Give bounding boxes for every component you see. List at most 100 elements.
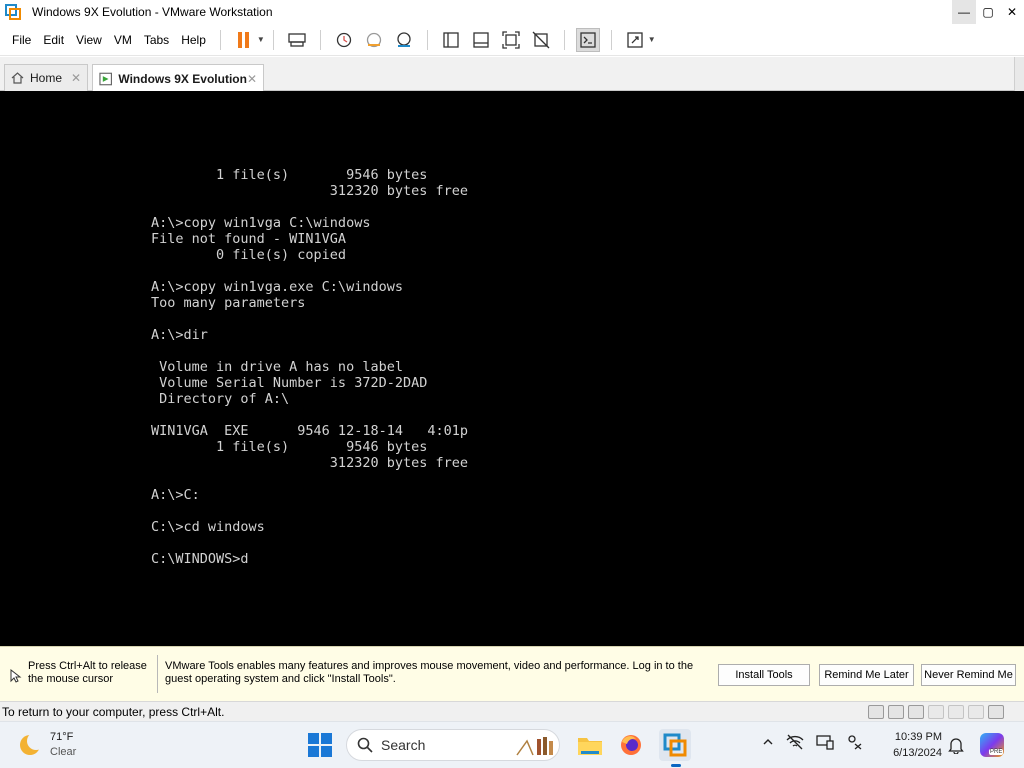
console-line: 312320 bytes free [151,183,468,199]
tab-windows-9x-evolution[interactable]: Windows 9X Evolution ✕ [92,64,264,92]
chevron-up-icon[interactable] [762,736,774,748]
show-library-button[interactable] [439,28,463,52]
weather-widget[interactable]: 71°F Clear [18,730,76,760]
status-text: To return to your computer, press Ctrl+A… [2,705,225,719]
clock-time: 10:39 PM [894,731,942,743]
pause-icon [238,31,250,48]
snapshot-button[interactable] [332,28,356,52]
floppy-icon[interactable] [908,705,924,719]
toolbar-divider [272,29,274,50]
vmware-tools-notification: Press Ctrl+Alt to release the mouse curs… [0,646,1024,701]
remind-me-later-button[interactable]: Remind Me Later [819,664,914,686]
console-view-button[interactable] [575,27,600,52]
toolbar-divider [426,29,428,50]
console-line: 1 file(s) 9546 bytes [151,439,428,455]
tab-label: Home [30,71,63,85]
console-line: A:\>dir [151,327,208,343]
keyboard-icon [288,32,306,47]
send-ctrl-alt-del-button[interactable] [285,28,309,52]
tab-scroll-button[interactable] [1014,57,1024,91]
weather-condition: Clear [50,746,77,758]
system-clock[interactable]: 10:39 PM 6/13/2024 [884,729,942,761]
show-thumbnail-bar-button[interactable] [469,28,493,52]
console-line: 1 file(s) 9546 bytes [151,167,428,183]
console-line: Too many parameters [151,295,306,311]
minimize-button[interactable]: — [952,0,976,24]
display-cast-icon[interactable] [816,734,834,750]
menu-toolbar: File Edit View VM Tabs Help ▼ ▼ [0,24,1024,56]
close-button[interactable]: ✕ [1000,0,1024,24]
status-bar: To return to your computer, press Ctrl+A… [0,701,1024,721]
message-log-icon[interactable] [988,705,1004,719]
title-bar: Windows 9X Evolution - VMware Workstatio… [0,0,1024,24]
close-tab-icon[interactable]: ✕ [247,72,257,86]
stretch-dropdown-icon[interactable]: ▼ [648,35,656,44]
release-cursor-hint: Press Ctrl+Alt to release the mouse curs… [28,660,147,685]
tab-home[interactable]: Home ✕ [4,64,88,91]
accessibility-icon[interactable] [846,734,864,750]
full-screen-button[interactable] [499,28,523,52]
close-tab-icon[interactable]: ✕ [71,71,81,85]
copilot-preview-badge: PRE [989,749,1004,755]
snapshot-manager-icon [397,31,411,47]
home-icon [11,72,24,84]
console-line: File not found - WIN1VGA [151,231,347,247]
console-line: 0 file(s) copied [151,247,347,263]
cd-drive-icon[interactable] [888,705,904,719]
network-disconnected-icon[interactable] [786,734,804,750]
system-tray [762,734,864,750]
console-line: A:\>C: [151,487,200,503]
menu-tabs[interactable]: Tabs [138,29,175,51]
menu-edit[interactable]: Edit [37,29,70,51]
maximize-button[interactable]: ▢ [976,0,1000,24]
weather-temperature: 71°F [50,731,74,743]
unity-icon [532,31,550,48]
file-explorer-taskbar-button[interactable] [574,729,606,761]
menu-file[interactable]: File [6,29,37,51]
hard-disk-icon[interactable] [868,705,884,719]
bottom-panel-icon [473,31,489,48]
console-line: C:\WINDOWS>d [151,551,249,567]
menu-help[interactable]: Help [175,29,212,51]
toolbar-divider [319,29,321,50]
toolbar-divider [610,29,612,50]
toolbar-divider [563,29,565,50]
start-button[interactable] [308,733,332,757]
search-icon [357,737,373,753]
menu-view[interactable]: View [70,29,108,51]
firefox-icon [621,735,641,755]
dos-console-output: 1 file(s) 9546 bytes 312320 bytes free A… [151,167,468,567]
console-line: WIN1VGA EXE 9546 12-18-14 4:01p [151,423,468,439]
sound-card-icon[interactable] [948,705,964,719]
power-dropdown-icon[interactable]: ▼ [257,35,265,44]
vmware-icon [663,733,687,757]
taskbar-search[interactable]: Search [346,729,560,761]
vmware-logo-icon [5,4,21,20]
tools-message: VMware Tools enables many features and i… [165,660,694,685]
never-remind-me-button[interactable]: Never Remind Me [921,664,1016,686]
network-adapter-icon[interactable] [928,705,944,719]
install-tools-button[interactable]: Install Tools [718,664,810,686]
stretch-guest-button[interactable] [623,28,647,52]
vmware-taskbar-button[interactable] [659,729,691,761]
snapshot-manager-button[interactable] [392,28,416,52]
suspend-button[interactable] [232,28,256,52]
unity-button[interactable] [529,28,553,52]
revert-snapshot-button[interactable] [362,28,386,52]
firefox-taskbar-button[interactable] [615,729,647,761]
vm-console-screen[interactable]: 1 file(s) 9546 bytes 312320 bytes free A… [0,91,1024,646]
console-line: Directory of A:\ [151,391,290,407]
console-line: C:\>cd windows [151,519,265,535]
display-icon[interactable] [968,705,984,719]
notification-bell-icon[interactable] [948,736,964,754]
window-title: Windows 9X Evolution - VMware Workstatio… [32,5,273,19]
menu-vm[interactable]: VM [108,29,138,51]
